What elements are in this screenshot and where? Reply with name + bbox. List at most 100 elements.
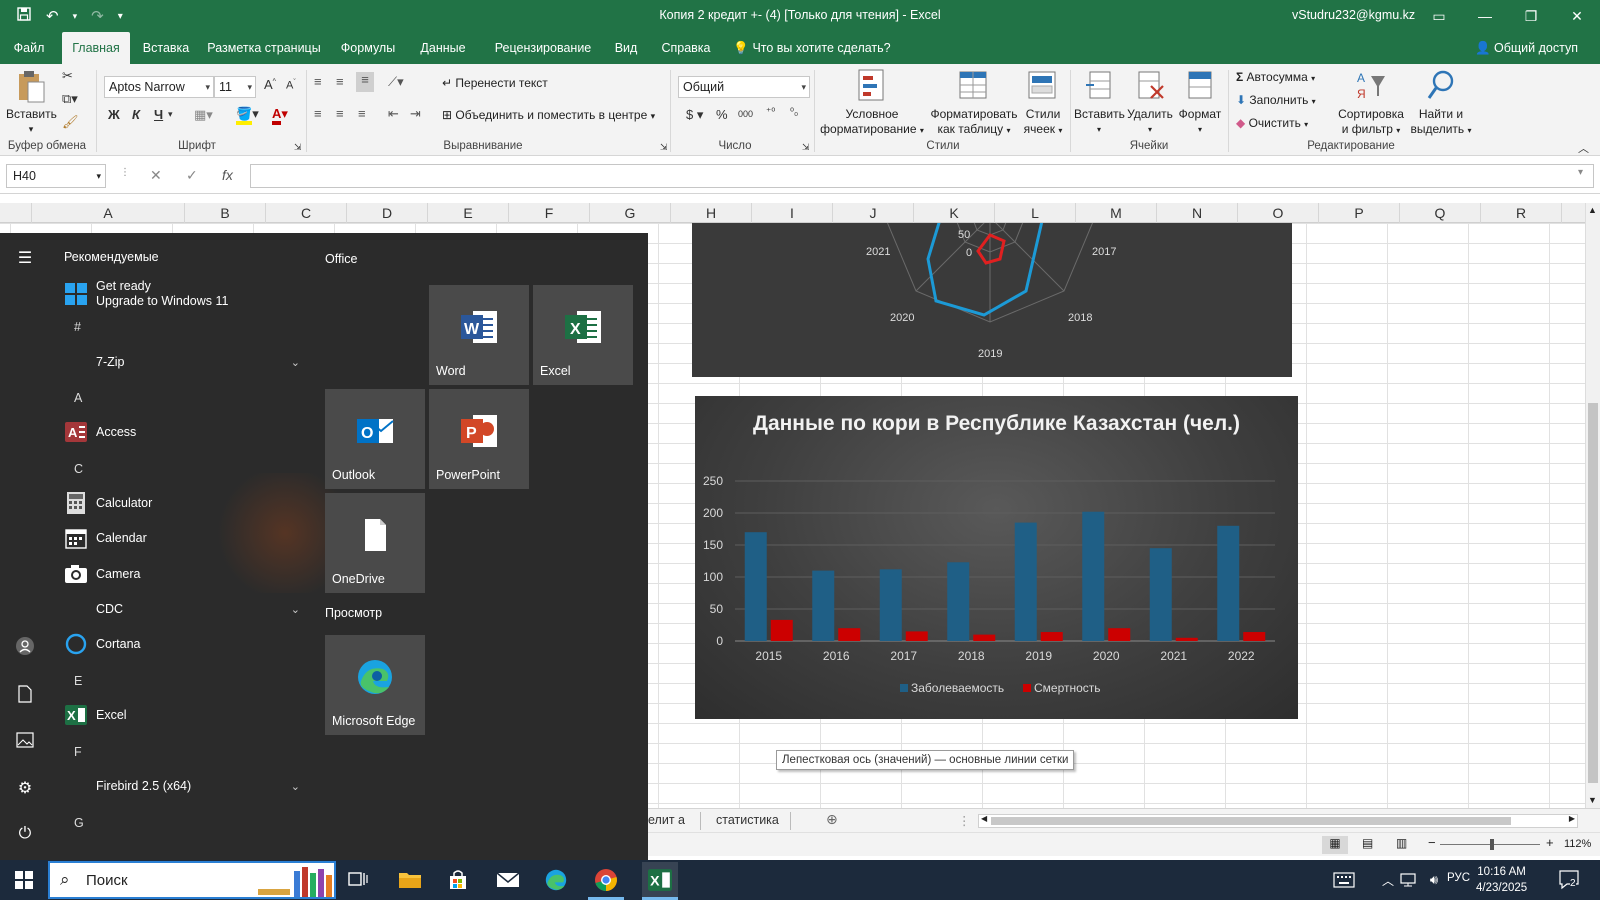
- list-item[interactable]: Calculator: [64, 488, 304, 518]
- keyboard-icon[interactable]: [1330, 866, 1358, 894]
- cut-icon[interactable]: ✂: [62, 68, 73, 84]
- language-indicator[interactable]: РУС: [1447, 872, 1470, 884]
- delete-cells-button[interactable]: Удалить ▾: [1126, 68, 1174, 137]
- list-letter-header[interactable]: C: [74, 462, 83, 476]
- tab-home[interactable]: Главная: [62, 32, 130, 64]
- cancel-entry-icon[interactable]: ✕: [150, 167, 162, 184]
- column-header[interactable]: G: [590, 203, 671, 223]
- list-item[interactable]: CDC ⌄: [64, 594, 304, 624]
- column-header[interactable]: J: [833, 203, 914, 223]
- increase-font-icon[interactable]: A^: [264, 77, 276, 92]
- bold-button[interactable]: Ж: [108, 107, 120, 122]
- sheet-tab[interactable]: статистика: [716, 813, 779, 827]
- vertical-scrollbar[interactable]: ▲ ▼: [1585, 203, 1600, 808]
- align-right-icon[interactable]: ≡: [358, 106, 366, 121]
- pictures-icon[interactable]: [14, 729, 36, 751]
- zoom-in-icon[interactable]: +: [1546, 835, 1554, 850]
- number-format-select[interactable]: Общий ▾: [678, 76, 810, 98]
- underline-button[interactable]: Ч: [154, 107, 163, 122]
- column-header[interactable]: L: [995, 203, 1076, 223]
- insert-cells-button[interactable]: Вставить ▾: [1074, 68, 1125, 137]
- list-letter-header[interactable]: E: [74, 674, 82, 688]
- decrease-indent-icon[interactable]: ⇤: [388, 106, 399, 122]
- tab-page-layout[interactable]: Разметка страницы: [204, 32, 324, 64]
- tell-me-search[interactable]: 💡 Что вы хотите сделать?: [732, 32, 892, 64]
- format-cells-button[interactable]: Формат ▾: [1176, 68, 1224, 137]
- volume-icon[interactable]: 🔊︎: [1420, 866, 1448, 894]
- scroll-left-icon[interactable]: ◀: [981, 814, 987, 823]
- column-header[interactable]: A: [32, 203, 185, 223]
- conditional-formatting-button[interactable]: Условное форматирование ▾: [818, 68, 926, 138]
- collapse-ribbon-icon[interactable]: ︿: [1578, 140, 1589, 156]
- list-letter-header[interactable]: A: [74, 391, 82, 405]
- list-item[interactable]: Firebird 2.5 (x64) ⌄: [64, 771, 304, 801]
- fill-button[interactable]: ⬇ Заполнить ▾: [1236, 93, 1316, 109]
- column-header[interactable]: D: [347, 203, 428, 223]
- restore-icon[interactable]: ❐: [1508, 0, 1554, 32]
- windows-start-icon[interactable]: [10, 866, 38, 894]
- confirm-entry-icon[interactable]: ✓: [186, 167, 198, 184]
- align-middle-icon[interactable]: ≡: [336, 74, 344, 89]
- fill-color-icon[interactable]: 🪣▾: [236, 106, 259, 125]
- merge-center-button[interactable]: ⊞ Объединить и поместить в центре ▾: [442, 108, 655, 124]
- page-break-view-icon[interactable]: ▥: [1396, 836, 1407, 850]
- edge-icon[interactable]: [542, 866, 570, 894]
- scroll-thumb[interactable]: [1588, 403, 1598, 783]
- add-sheet-icon[interactable]: ⊕: [826, 811, 838, 828]
- expand-formula-bar-icon[interactable]: ▾: [1578, 167, 1583, 178]
- align-center-icon[interactable]: ≡: [336, 106, 344, 121]
- align-top-icon[interactable]: ≡: [314, 74, 322, 89]
- close-icon[interactable]: ✕: [1554, 0, 1600, 32]
- tab-insert[interactable]: Вставка: [138, 32, 194, 64]
- share-button[interactable]: 👤 Общий доступ: [1475, 41, 1578, 56]
- tab-file[interactable]: Файл: [6, 32, 52, 64]
- minimize-icon[interactable]: —: [1462, 0, 1508, 32]
- tab-splitter-icon[interactable]: ⋮: [958, 813, 971, 828]
- underline-dropdown-icon[interactable]: ▾: [168, 109, 173, 120]
- documents-icon[interactable]: [14, 683, 36, 705]
- list-letter-header[interactable]: G: [74, 816, 84, 830]
- wrap-text-button[interactable]: ↵ Перенести текст: [442, 76, 548, 91]
- increase-indent-icon[interactable]: ⇥: [410, 106, 421, 122]
- normal-view-icon[interactable]: ▦: [1322, 836, 1348, 854]
- decrease-font-icon[interactable]: Aˇ: [286, 79, 296, 92]
- column-header[interactable]: N: [1157, 203, 1238, 223]
- file-explorer-icon[interactable]: [396, 866, 424, 894]
- bar-chart[interactable]: Данные по кори в Республике Казахстан (ч…: [695, 396, 1298, 719]
- page-layout-view-icon[interactable]: ▤: [1362, 836, 1373, 850]
- paste-button[interactable]: Вставить ▾: [6, 70, 57, 137]
- list-item[interactable]: Get ready Upgrade to Windows 11: [64, 276, 304, 312]
- orientation-icon[interactable]: ⟋▾: [388, 74, 404, 90]
- hamburger-menu-icon[interactable]: ☰: [14, 247, 36, 269]
- column-header[interactable]: Q: [1400, 203, 1481, 223]
- align-left-icon[interactable]: ≡: [314, 106, 322, 121]
- sheet-tab[interactable]: елит а: [648, 813, 685, 827]
- list-item[interactable]: Calendar: [64, 523, 304, 553]
- excel-taskbar-icon[interactable]: X: [642, 862, 678, 898]
- formula-input[interactable]: [250, 164, 1594, 188]
- list-item[interactable]: A Access: [64, 417, 304, 447]
- list-item[interactable]: 7-Zip ⌄: [64, 347, 304, 377]
- autosum-button[interactable]: Σ Автосумма ▾: [1236, 70, 1315, 86]
- tile-outlook[interactable]: O Outlook: [325, 389, 425, 489]
- column-header[interactable]: F: [509, 203, 590, 223]
- dialog-launcher-icon[interactable]: ⇲: [660, 142, 668, 153]
- tab-view[interactable]: Вид: [608, 32, 644, 64]
- tile-powerpoint[interactable]: P PowerPoint: [429, 389, 529, 489]
- scroll-up-icon[interactable]: ▲: [1588, 205, 1597, 215]
- italic-button[interactable]: К: [132, 107, 140, 122]
- cell-styles-button[interactable]: Стили ячеек ▾: [1020, 68, 1066, 138]
- tab-review[interactable]: Рецензирование: [490, 32, 596, 64]
- list-item[interactable]: X Excel: [64, 700, 304, 730]
- name-box[interactable]: H40 ▾: [6, 164, 106, 188]
- scroll-thumb[interactable]: [991, 817, 1511, 825]
- format-painter-icon[interactable]: 🖌: [62, 114, 79, 130]
- mail-icon[interactable]: [494, 866, 522, 894]
- scroll-down-icon[interactable]: ▼: [1588, 795, 1597, 805]
- align-bottom-icon[interactable]: ≡: [356, 72, 374, 92]
- font-name-select[interactable]: Aptos Narrow ▾: [104, 76, 214, 98]
- zoom-slider-thumb[interactable]: [1490, 839, 1494, 850]
- tile-edge[interactable]: Microsoft Edge: [325, 635, 425, 735]
- account-name[interactable]: vStudru232@kgmu.kz: [1292, 8, 1415, 22]
- tab-data[interactable]: Данные: [414, 32, 472, 64]
